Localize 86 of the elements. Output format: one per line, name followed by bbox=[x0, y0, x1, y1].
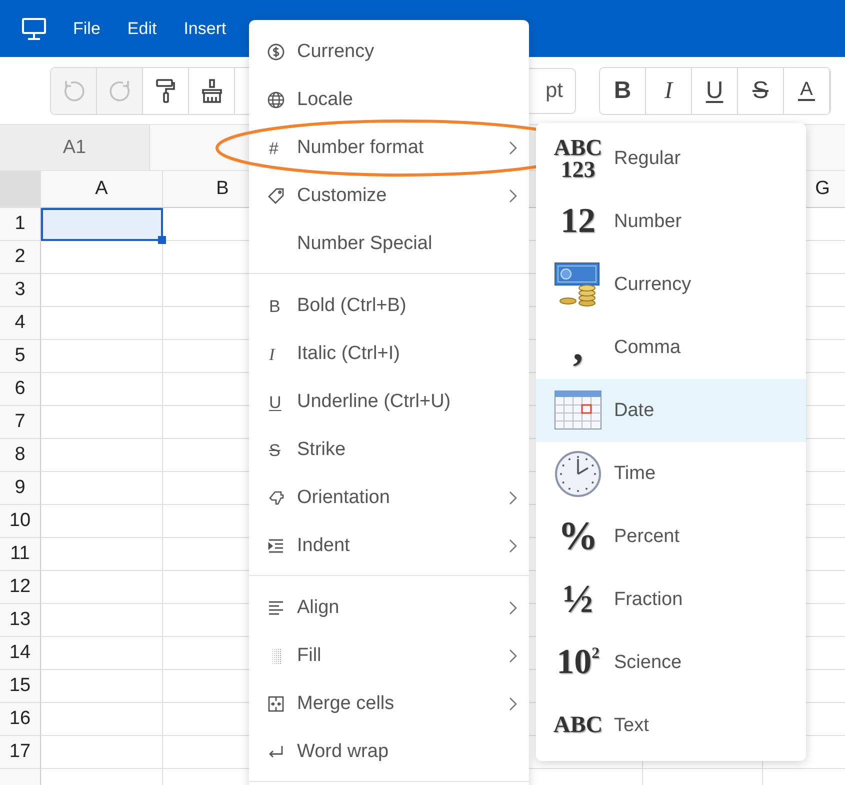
submenu-item[interactable]: ½ Fraction bbox=[536, 568, 806, 631]
menu-item[interactable]: I Italic (Ctrl+I) bbox=[249, 330, 529, 378]
fill-handle[interactable] bbox=[158, 236, 166, 244]
tag-icon bbox=[267, 187, 285, 205]
row-header[interactable]: 2 bbox=[0, 241, 41, 274]
format-icon: B bbox=[267, 298, 280, 314]
name-box[interactable]: A1 bbox=[0, 125, 150, 170]
row-header[interactable]: 11 bbox=[0, 538, 41, 571]
row-header[interactable]: 5 bbox=[0, 340, 41, 373]
clock-icon bbox=[554, 450, 602, 498]
row-header[interactable]: 13 bbox=[0, 604, 41, 637]
monitor-icon bbox=[22, 18, 46, 40]
menu-item[interactable]: U Underline (Ctrl+U) bbox=[249, 378, 529, 426]
format-icon: I bbox=[267, 346, 275, 362]
row-header[interactable]: 3 bbox=[0, 274, 41, 307]
row-header[interactable]: 4 bbox=[0, 307, 41, 340]
menu-item[interactable]: Number Special bbox=[249, 220, 529, 268]
row-header[interactable]: 6 bbox=[0, 373, 41, 406]
grid-cell[interactable] bbox=[41, 406, 163, 439]
format-icon: U bbox=[267, 394, 282, 410]
grid-cell[interactable] bbox=[41, 274, 163, 307]
row-header[interactable]: 10 bbox=[0, 505, 41, 538]
row-header[interactable]: 15 bbox=[0, 670, 41, 703]
format-icon: S bbox=[267, 442, 280, 458]
column-header[interactable]: A bbox=[41, 171, 163, 208]
row-header[interactable]: 8 bbox=[0, 439, 41, 472]
grid-cell[interactable] bbox=[41, 604, 163, 637]
menu-item[interactable]: Orientation bbox=[249, 474, 529, 522]
submenu-item[interactable]: Date bbox=[536, 379, 806, 442]
globe-icon bbox=[267, 91, 285, 109]
bold-button[interactable]: B bbox=[600, 68, 646, 114]
merge-cells-icon bbox=[267, 695, 285, 713]
grid-cell[interactable] bbox=[41, 670, 163, 703]
row-header[interactable]: 16 bbox=[0, 703, 41, 736]
menu-item[interactable]: B Bold (Ctrl+B) bbox=[249, 282, 529, 330]
select-all-corner[interactable] bbox=[0, 171, 41, 208]
menu-item[interactable]: Currency bbox=[249, 28, 529, 76]
format-glyph-icon: 10$^{2}$ bbox=[556, 646, 600, 679]
submenu-item[interactable]: ABC Text bbox=[536, 694, 806, 757]
grid-cell[interactable] bbox=[41, 538, 163, 571]
grid-cell[interactable] bbox=[41, 340, 163, 373]
selected-cell[interactable] bbox=[41, 208, 163, 241]
menu-item[interactable]: Fill bbox=[249, 632, 529, 680]
indent-icon bbox=[267, 537, 285, 555]
grid-cell[interactable] bbox=[41, 736, 163, 769]
grid-cell[interactable] bbox=[41, 307, 163, 340]
menu-item[interactable]: Align bbox=[249, 584, 529, 632]
row-header[interactable]: 12 bbox=[0, 571, 41, 604]
menu-item[interactable]: Edit bbox=[127, 18, 157, 38]
submenu-item[interactable]: % Percent bbox=[536, 505, 806, 568]
menu-item[interactable]: Insert bbox=[184, 18, 226, 38]
format-glyph-icon: 12 bbox=[560, 205, 596, 238]
grid-cell[interactable] bbox=[41, 241, 163, 274]
format-glyph-icon: ½ bbox=[563, 581, 593, 618]
format-glyph-icon: , bbox=[573, 329, 583, 366]
menu-item[interactable]: File bbox=[73, 18, 100, 38]
menu-item[interactable]: S Strike bbox=[249, 426, 529, 474]
grid-cell[interactable] bbox=[41, 637, 163, 670]
dollar-icon bbox=[267, 43, 285, 61]
menu-item[interactable]: Indent bbox=[249, 522, 529, 570]
grid-cell[interactable] bbox=[41, 439, 163, 472]
grid-cell[interactable] bbox=[41, 373, 163, 406]
menu-item[interactable]: Merge cells bbox=[249, 680, 529, 728]
row-header[interactable]: 9 bbox=[0, 472, 41, 505]
row-header[interactable]: 1 bbox=[0, 208, 41, 241]
format-glyph-icon: ABC bbox=[553, 714, 603, 736]
format-glyph-icon: ABC 123 bbox=[554, 137, 602, 180]
hand-icon bbox=[267, 489, 285, 507]
menu-item[interactable]: Word wrap bbox=[249, 728, 529, 776]
row-header[interactable]: 17 bbox=[0, 736, 41, 769]
grid-cell[interactable] bbox=[41, 505, 163, 538]
grid-cell[interactable] bbox=[41, 472, 163, 505]
submenu-item[interactable]: Time bbox=[536, 442, 806, 505]
menu-item[interactable]: Locale bbox=[249, 76, 529, 124]
submenu-item[interactable]: 10$^{2}$ Science bbox=[536, 631, 806, 694]
align-left-icon bbox=[267, 599, 285, 617]
format-icon: # bbox=[267, 140, 278, 156]
format-glyph-icon: % bbox=[558, 518, 598, 555]
banknote-coins-icon bbox=[554, 260, 602, 308]
row-header[interactable]: 7 bbox=[0, 406, 41, 439]
submenu-item[interactable]: Currency bbox=[536, 253, 806, 316]
grid-cell[interactable] bbox=[41, 703, 163, 736]
grid-cell[interactable] bbox=[41, 571, 163, 604]
submenu-item[interactable]: , Comma bbox=[536, 316, 806, 379]
row-header[interactable]: 14 bbox=[0, 637, 41, 670]
submenu-item[interactable]: 12 Number bbox=[536, 190, 806, 253]
